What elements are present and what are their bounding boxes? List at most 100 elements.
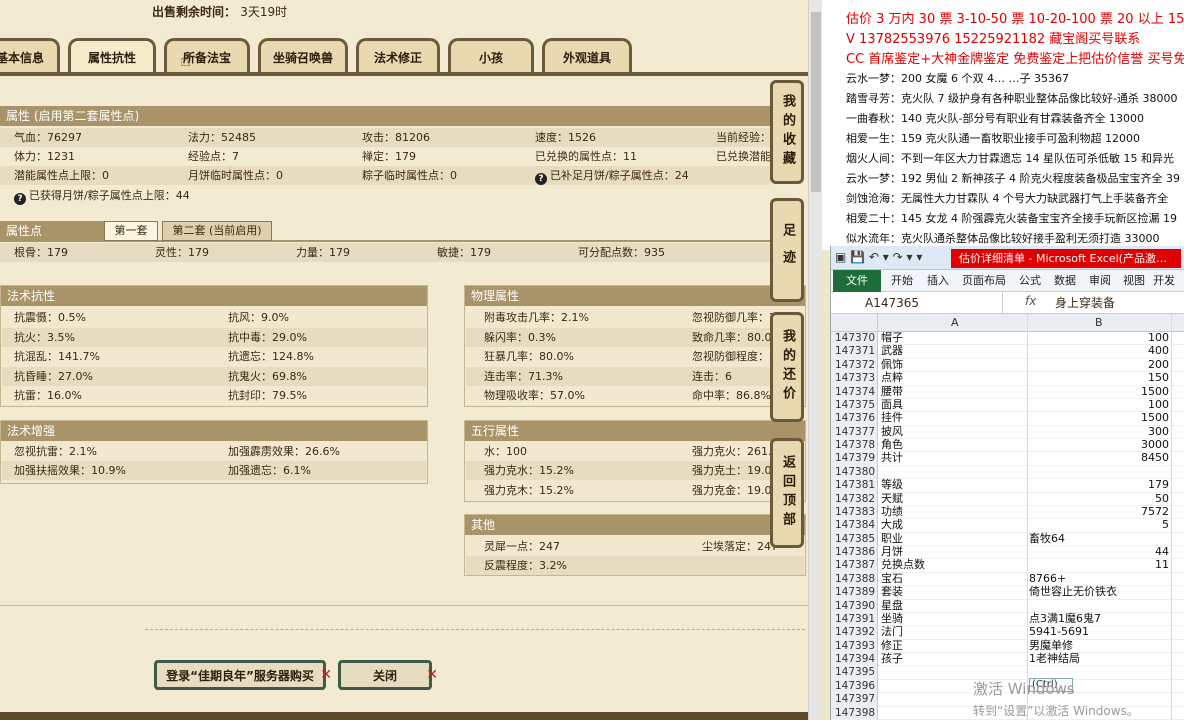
scrollbar-thumb[interactable] bbox=[811, 12, 821, 192]
name-box[interactable]: A147365 bbox=[831, 293, 1003, 313]
ribbon-tab-insert[interactable]: 插入 bbox=[927, 270, 949, 292]
row-number[interactable]: 147386 bbox=[831, 546, 877, 559]
ribbon-tab-home[interactable]: 开始 bbox=[891, 270, 913, 292]
cell-b[interactable]: 倚世容止无价铁衣 bbox=[1029, 586, 1169, 598]
row-number[interactable]: 147373 bbox=[831, 372, 877, 385]
cell-b[interactable]: 179 bbox=[1029, 479, 1169, 491]
row-number[interactable]: 147389 bbox=[831, 586, 877, 599]
ribbon-tab-review[interactable]: 审阅 bbox=[1089, 270, 1111, 292]
cell-a[interactable]: 大成 bbox=[881, 519, 903, 531]
excel-row[interactable]: 147389 套装 倚世容止无价铁衣 bbox=[831, 586, 1184, 600]
excel-row[interactable]: 147381 等级 179 bbox=[831, 479, 1184, 493]
cell-b[interactable]: 1500 bbox=[1029, 385, 1169, 398]
row-number[interactable]: 147370 bbox=[831, 332, 877, 345]
tab-basic-info[interactable]: 基本信息 bbox=[0, 38, 60, 74]
help-icon[interactable]: ? bbox=[535, 173, 547, 185]
row-number[interactable]: 147379 bbox=[831, 452, 877, 465]
cell-a[interactable]: 法门 bbox=[881, 626, 903, 638]
excel-row[interactable]: 147394 孩子 1老神结局 bbox=[831, 653, 1184, 667]
row-number[interactable]: 147372 bbox=[831, 358, 877, 372]
row-number[interactable]: 147397 bbox=[831, 693, 877, 706]
cell-b[interactable]: 3000 bbox=[1029, 439, 1169, 451]
cell-a[interactable]: 面具 bbox=[881, 398, 903, 411]
cell-a[interactable]: 职业 bbox=[881, 532, 903, 545]
cell-a[interactable]: 套装 bbox=[881, 586, 903, 598]
cell-a[interactable]: 星盘 bbox=[881, 599, 903, 612]
cell-a[interactable]: 孩子 bbox=[881, 653, 903, 665]
excel-grid[interactable]: 147370 帽子 100 147371 武器 400 147372 佩饰 200 147373 点… bbox=[831, 332, 1184, 720]
excel-row[interactable]: 147376 挂件 1500 bbox=[831, 412, 1184, 426]
cell-b[interactable]: 300 bbox=[1029, 425, 1169, 438]
column-header-b[interactable]: B bbox=[1095, 316, 1103, 329]
cell-a[interactable]: 点粹 bbox=[881, 372, 903, 384]
row-number[interactable]: 147385 bbox=[831, 532, 877, 546]
cell-b[interactable]: 7572 bbox=[1029, 505, 1169, 518]
cell-b[interactable]: 5 bbox=[1029, 519, 1169, 531]
cell-a[interactable]: 挂件 bbox=[881, 412, 903, 424]
cell-a[interactable]: 天赋 bbox=[881, 492, 903, 505]
row-number[interactable]: 147391 bbox=[831, 612, 877, 626]
cell-b[interactable]: 400 bbox=[1029, 345, 1169, 357]
fx-icon[interactable]: fx bbox=[1025, 294, 1036, 308]
tab-child[interactable]: 小孩 bbox=[448, 38, 534, 74]
cell-a[interactable]: 帽子 bbox=[881, 332, 903, 344]
cell-b[interactable]: 200 bbox=[1029, 358, 1169, 371]
row-number[interactable]: 147375 bbox=[831, 398, 877, 412]
excel-row[interactable]: 147379 共计 8450 bbox=[831, 452, 1184, 466]
cell-a[interactable]: 月饼 bbox=[881, 546, 903, 558]
cell-b[interactable]: 1500 bbox=[1029, 412, 1169, 424]
cell-a[interactable]: 腰带 bbox=[881, 385, 903, 398]
cell-b[interactable]: 100 bbox=[1029, 332, 1169, 344]
row-number[interactable]: 147398 bbox=[831, 706, 877, 719]
excel-row[interactable]: 147374 腰带 1500 bbox=[831, 385, 1184, 399]
cell-b[interactable]: 点3满1魔6鬼7 bbox=[1029, 612, 1169, 625]
cell-a[interactable]: 披风 bbox=[881, 425, 903, 438]
excel-row[interactable]: 147378 角色 3000 bbox=[831, 439, 1184, 453]
ribbon-tab-formulas[interactable]: 公式 bbox=[1019, 270, 1041, 292]
login-server-buy-button[interactable]: 登录“佳期良年”服务器购买 ✕ bbox=[154, 660, 332, 690]
tab-spell-correction[interactable]: 法术修正 bbox=[356, 38, 440, 74]
excel-row[interactable]: 147371 武器 400 bbox=[831, 345, 1184, 359]
row-number[interactable]: 147384 bbox=[831, 519, 877, 532]
tab-mount-pet[interactable]: 坐骑召唤兽 bbox=[258, 38, 348, 74]
ribbon-tab-file[interactable]: 文件 bbox=[833, 270, 881, 292]
cell-a[interactable]: 佩饰 bbox=[881, 358, 903, 371]
row-number[interactable]: 147396 bbox=[831, 679, 877, 693]
browser-scrollbar[interactable] bbox=[808, 0, 822, 720]
cell-a[interactable]: 功绩 bbox=[881, 505, 903, 518]
row-number[interactable]: 147395 bbox=[831, 666, 877, 679]
cell-b[interactable]: 男魔单修 bbox=[1029, 639, 1169, 652]
row-number[interactable]: 147378 bbox=[831, 439, 877, 452]
row-number[interactable]: 147377 bbox=[831, 425, 877, 439]
row-number[interactable]: 147393 bbox=[831, 639, 877, 653]
ribbon-tab-data[interactable]: 数据 bbox=[1054, 270, 1076, 292]
cell-b[interactable]: 8766+ bbox=[1029, 572, 1169, 585]
excel-row[interactable]: 147390 星盘 bbox=[831, 599, 1184, 613]
row-number[interactable]: 147381 bbox=[831, 479, 877, 492]
row-number[interactable]: 147387 bbox=[831, 559, 877, 572]
excel-row[interactable]: 147373 点粹 150 bbox=[831, 372, 1184, 386]
excel-row[interactable]: 147393 修正 男魔单修 bbox=[831, 639, 1184, 654]
excel-row[interactable]: 147388 宝石 8766+ bbox=[831, 572, 1184, 587]
excel-row[interactable]: 147387 兑换点数 11 bbox=[831, 559, 1184, 573]
tab-attr-resist[interactable]: 属性抗性 bbox=[68, 38, 156, 74]
side-nav-footprints[interactable]: 足迹 bbox=[770, 198, 804, 302]
side-nav-favorites[interactable]: 我的收藏 bbox=[770, 80, 804, 184]
cell-b[interactable]: 8450 bbox=[1029, 452, 1169, 464]
row-number[interactable]: 147394 bbox=[831, 653, 877, 666]
cell-a[interactable]: 共计 bbox=[881, 452, 903, 464]
cell-a[interactable]: 角色 bbox=[881, 439, 903, 451]
cell-a[interactable]: 宝石 bbox=[881, 572, 903, 585]
cell-a[interactable]: 武器 bbox=[881, 345, 903, 357]
excel-row[interactable]: 147377 披风 300 bbox=[831, 425, 1184, 440]
cell-b[interactable]: 50 bbox=[1029, 492, 1169, 505]
cell-b[interactable]: 100 bbox=[1029, 398, 1169, 411]
cell-b[interactable]: 150 bbox=[1029, 372, 1169, 384]
cell-b[interactable]: 5941-5691 bbox=[1029, 626, 1169, 638]
help-icon[interactable]: ? bbox=[14, 193, 26, 205]
row-number[interactable]: 147376 bbox=[831, 412, 877, 425]
row-number[interactable]: 147390 bbox=[831, 599, 877, 612]
cell-b[interactable]: 1老神结局 bbox=[1029, 653, 1169, 665]
ribbon-tab-page-layout[interactable]: 页面布局 bbox=[962, 270, 1006, 292]
cell-a[interactable]: 等级 bbox=[881, 479, 903, 491]
